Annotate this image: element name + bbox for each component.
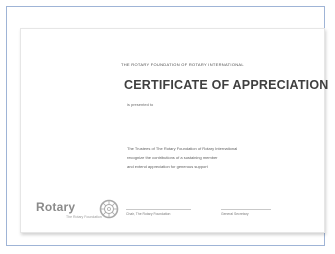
logo-subtitle: The Rotary Foundation: [66, 215, 102, 219]
certificate-header: THE ROTARY FOUNDATION OF ROTARY INTERNAT…: [121, 62, 244, 67]
body-line: The Trustees of The Rotary Foundation of…: [127, 146, 238, 151]
logo-wordmark: Rotary: [36, 200, 76, 214]
rotary-logo: Rotary The Rotary Foundation: [36, 199, 126, 225]
body-line: recognize the contributions of a sustain…: [127, 155, 218, 160]
screenshot-frame: THE ROTARY FOUNDATION OF ROTARY INTERNAT…: [6, 6, 329, 246]
body-line: and extend appreciation for generous sup…: [127, 164, 208, 169]
signature-left: Chair, The Rotary Foundation: [126, 209, 191, 216]
certificate: THE ROTARY FOUNDATION OF ROTARY INTERNAT…: [20, 28, 329, 233]
certificate-body: The Trustees of The Rotary Foundation of…: [127, 144, 302, 171]
certificate-title: CERTIFICATE OF APPRECIATION: [124, 78, 329, 92]
presented-to-label: is presented to: [127, 102, 154, 107]
signature-right: General Secretary: [221, 209, 271, 216]
rotary-wheel-icon: [99, 199, 119, 219]
